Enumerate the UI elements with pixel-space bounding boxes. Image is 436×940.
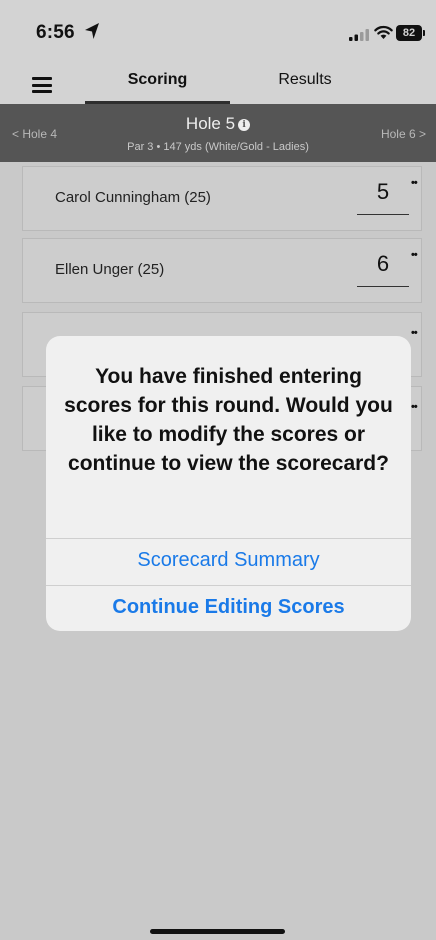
hamburger-menu-icon[interactable] bbox=[32, 77, 52, 93]
scorecard-summary-button[interactable]: Scorecard Summary bbox=[46, 549, 411, 585]
player-row[interactable]: Ellen Unger (25) 6 •• bbox=[22, 238, 422, 303]
status-bar: 6:56 82 bbox=[0, 0, 436, 62]
dialog-divider bbox=[46, 585, 411, 586]
score-options-icon[interactable]: •• bbox=[411, 327, 418, 339]
player-row[interactable]: Carol Cunningham (25) 5 •• bbox=[22, 166, 422, 231]
score-options-icon[interactable]: •• bbox=[411, 177, 418, 189]
info-icon[interactable]: i bbox=[238, 119, 251, 131]
score-options-icon[interactable]: •• bbox=[411, 249, 418, 261]
hole-title: Hole 5i bbox=[0, 114, 436, 134]
dialog-divider bbox=[46, 538, 411, 539]
cellular-signal-icon bbox=[349, 29, 369, 41]
dialog-message: You have finished entering scores for th… bbox=[64, 365, 393, 475]
home-indicator[interactable] bbox=[150, 929, 285, 934]
finish-scoring-dialog: You have finished entering scores for th… bbox=[46, 336, 411, 631]
battery-icon: 82 bbox=[396, 25, 425, 41]
wifi-icon bbox=[374, 25, 393, 39]
continue-editing-button[interactable]: Continue Editing Scores bbox=[46, 596, 411, 619]
hole-title-text: Hole 5 bbox=[185, 114, 236, 133]
status-time: 6:56 bbox=[36, 22, 75, 43]
hole-header: < Hole 4 Hole 5i Par 3 • 147 yds (White/… bbox=[0, 104, 436, 162]
top-navigation: Scoring Results bbox=[0, 62, 436, 104]
location-arrow-icon bbox=[85, 23, 99, 39]
score-options-icon[interactable]: •• bbox=[411, 401, 418, 413]
tab-results[interactable]: Results bbox=[240, 71, 370, 104]
score-input[interactable]: 5 bbox=[357, 179, 409, 205]
hole-details: Par 3 • 147 yds (White/Gold - Ladies) bbox=[127, 141, 309, 153]
score-underline bbox=[357, 214, 409, 215]
tab-scoring[interactable]: Scoring bbox=[85, 71, 230, 104]
score-input[interactable]: 6 bbox=[357, 251, 409, 277]
player-name: Carol Cunningham (25) bbox=[55, 189, 211, 206]
next-hole-link[interactable]: Hole 6 > bbox=[381, 127, 426, 141]
player-name: Ellen Unger (25) bbox=[55, 261, 165, 278]
score-underline bbox=[357, 286, 409, 287]
